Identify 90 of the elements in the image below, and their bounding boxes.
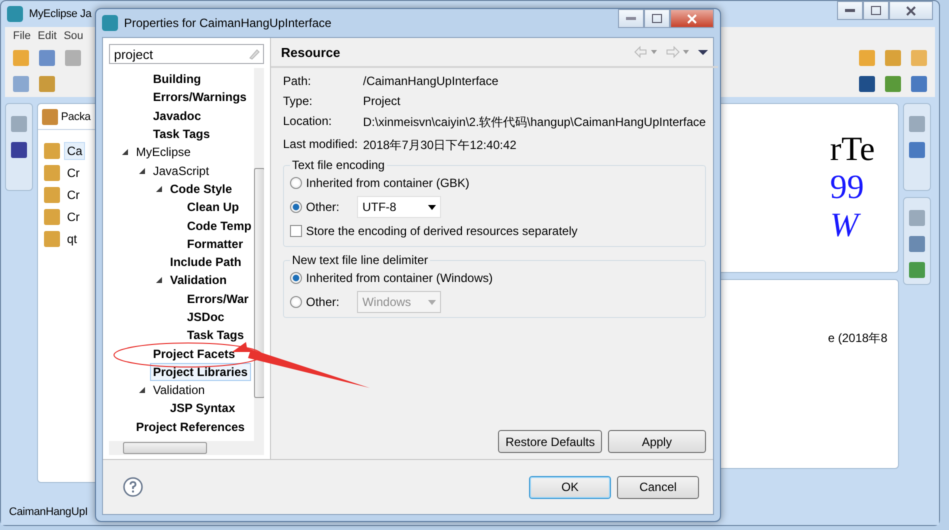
app-icon — [7, 6, 23, 22]
radio-button[interactable] — [290, 201, 302, 213]
minimize-icon — [626, 16, 636, 20]
property-label: Last modified: — [283, 137, 359, 153]
close-icon — [687, 14, 697, 24]
tree-item[interactable]: Task Tags — [184, 326, 247, 344]
tree-item[interactable]: MyEclipse — [133, 143, 194, 162]
expanded-arrow-icon[interactable] — [155, 184, 163, 193]
view-tab[interactable]: Packa — [61, 110, 91, 122]
clear-icon[interactable] — [248, 48, 260, 60]
tree-item[interactable]: Javadoc — [150, 106, 204, 125]
close-button[interactable] — [670, 9, 714, 28]
maximize-button[interactable] — [644, 9, 670, 28]
maximize-button[interactable] — [863, 1, 889, 20]
radio-button[interactable] — [290, 177, 302, 189]
page-button[interactable]: Apply — [608, 430, 706, 453]
dropdown[interactable]: UTF-8 — [357, 196, 442, 218]
tree-item[interactable]: Project Libraries — [150, 362, 251, 381]
property-value: /CaimanHangUpInterface — [363, 74, 500, 88]
project-item[interactable]: Cr — [64, 164, 83, 182]
tree-item[interactable]: Code Style — [167, 180, 236, 198]
page-title: Resource — [281, 44, 340, 60]
tree-item[interactable]: Validation — [150, 381, 208, 400]
minimize-button[interactable] — [837, 1, 863, 20]
editor-text: rTe — [830, 132, 876, 168]
property-value: Project — [363, 94, 402, 108]
forward-icon[interactable] — [666, 46, 690, 58]
option-label: Other: — [306, 200, 340, 214]
minimize-button[interactable] — [618, 9, 644, 28]
expanded-arrow-icon[interactable] — [121, 148, 129, 156]
maximize-icon — [652, 14, 662, 23]
tree-item[interactable]: Include Path — [167, 253, 244, 272]
app-icon — [102, 15, 118, 31]
option-label: Other: — [306, 295, 340, 309]
tree-item[interactable]: Code Temp — [184, 216, 254, 235]
help-icon[interactable] — [123, 477, 143, 497]
tree-item[interactable]: Project Facets — [150, 344, 238, 363]
back-icon[interactable] — [634, 46, 658, 58]
radio-button[interactable] — [290, 272, 302, 284]
property-label: Type: — [283, 94, 314, 108]
option-label: Inherited from container (GBK) — [306, 176, 470, 190]
tree-item[interactable]: Formatter — [184, 234, 246, 253]
tree-item[interactable]: JavaScript — [150, 162, 212, 180]
menu-item[interactable]: Sou — [64, 30, 84, 42]
property-value: 2018年7月30日下午12:40:42 — [363, 137, 518, 154]
tree-item[interactable]: Validation — [167, 271, 230, 290]
checkbox[interactable] — [290, 225, 302, 237]
maximize-icon — [871, 6, 881, 15]
caret-icon — [428, 204, 436, 210]
group-title: New text file line delimiter — [291, 253, 430, 267]
option-label: Store the encoding of derived resources separately — [306, 224, 578, 238]
radio-button[interactable] — [290, 296, 302, 308]
horizontal-scrollbar[interactable] — [109, 441, 264, 455]
property-label: Path: — [283, 74, 312, 88]
filter-field[interactable]: project — [109, 44, 264, 64]
vertical-scrollbar[interactable] — [254, 68, 264, 441]
caret-icon — [428, 300, 436, 304]
tree-item[interactable]: Task Tags — [150, 125, 213, 144]
tree-item[interactable]: JSP Syntax — [167, 399, 238, 418]
page-button[interactable]: Restore Defaults — [498, 430, 602, 453]
menu-item[interactable]: Edit — [38, 30, 57, 42]
dialog-title: Properties for CaimanHangUpInterface — [124, 16, 332, 30]
expanded-arrow-icon[interactable] — [155, 276, 163, 284]
project-item[interactable]: Ca — [64, 142, 86, 160]
status-text: CaimanHangUpI — [9, 506, 88, 518]
dialog-button[interactable]: Cancel — [617, 476, 699, 498]
dialog-button[interactable]: OK — [529, 476, 611, 498]
group-title: Text file encoding — [291, 158, 386, 172]
tree-item[interactable]: Errors/Warnings — [150, 88, 250, 106]
editor-text: W — [830, 208, 898, 244]
tree-item[interactable]: Building — [150, 70, 204, 88]
expanded-arrow-icon[interactable] — [138, 166, 146, 175]
tree-item[interactable]: Project References — [133, 418, 248, 436]
tree-item[interactable]: Clean Up — [184, 198, 242, 216]
history-text: e (2018年8 — [828, 331, 888, 345]
menu-item[interactable]: File — [13, 30, 31, 42]
property-label: Location: — [283, 114, 333, 130]
project-item[interactable]: Cr — [64, 208, 83, 226]
project-item[interactable]: qt — [64, 230, 80, 248]
editor-text: 99 — [830, 170, 865, 206]
minimize-icon — [845, 8, 855, 12]
tree-item[interactable]: JSDoc — [184, 308, 228, 326]
expanded-arrow-icon[interactable] — [138, 386, 146, 394]
close-icon — [906, 6, 916, 16]
close-button[interactable] — [889, 1, 933, 20]
option-label: Inherited from container (Windows) — [306, 271, 493, 285]
property-value: D:\xinmeisvn\caiyin\2.软件代码\hangup\CaimanHangUpInterface — [363, 114, 706, 131]
project-item[interactable]: Cr — [64, 186, 83, 204]
window-title: MyEclipse Ja — [29, 8, 92, 20]
tree-item[interactable]: Errors/War — [184, 290, 252, 308]
